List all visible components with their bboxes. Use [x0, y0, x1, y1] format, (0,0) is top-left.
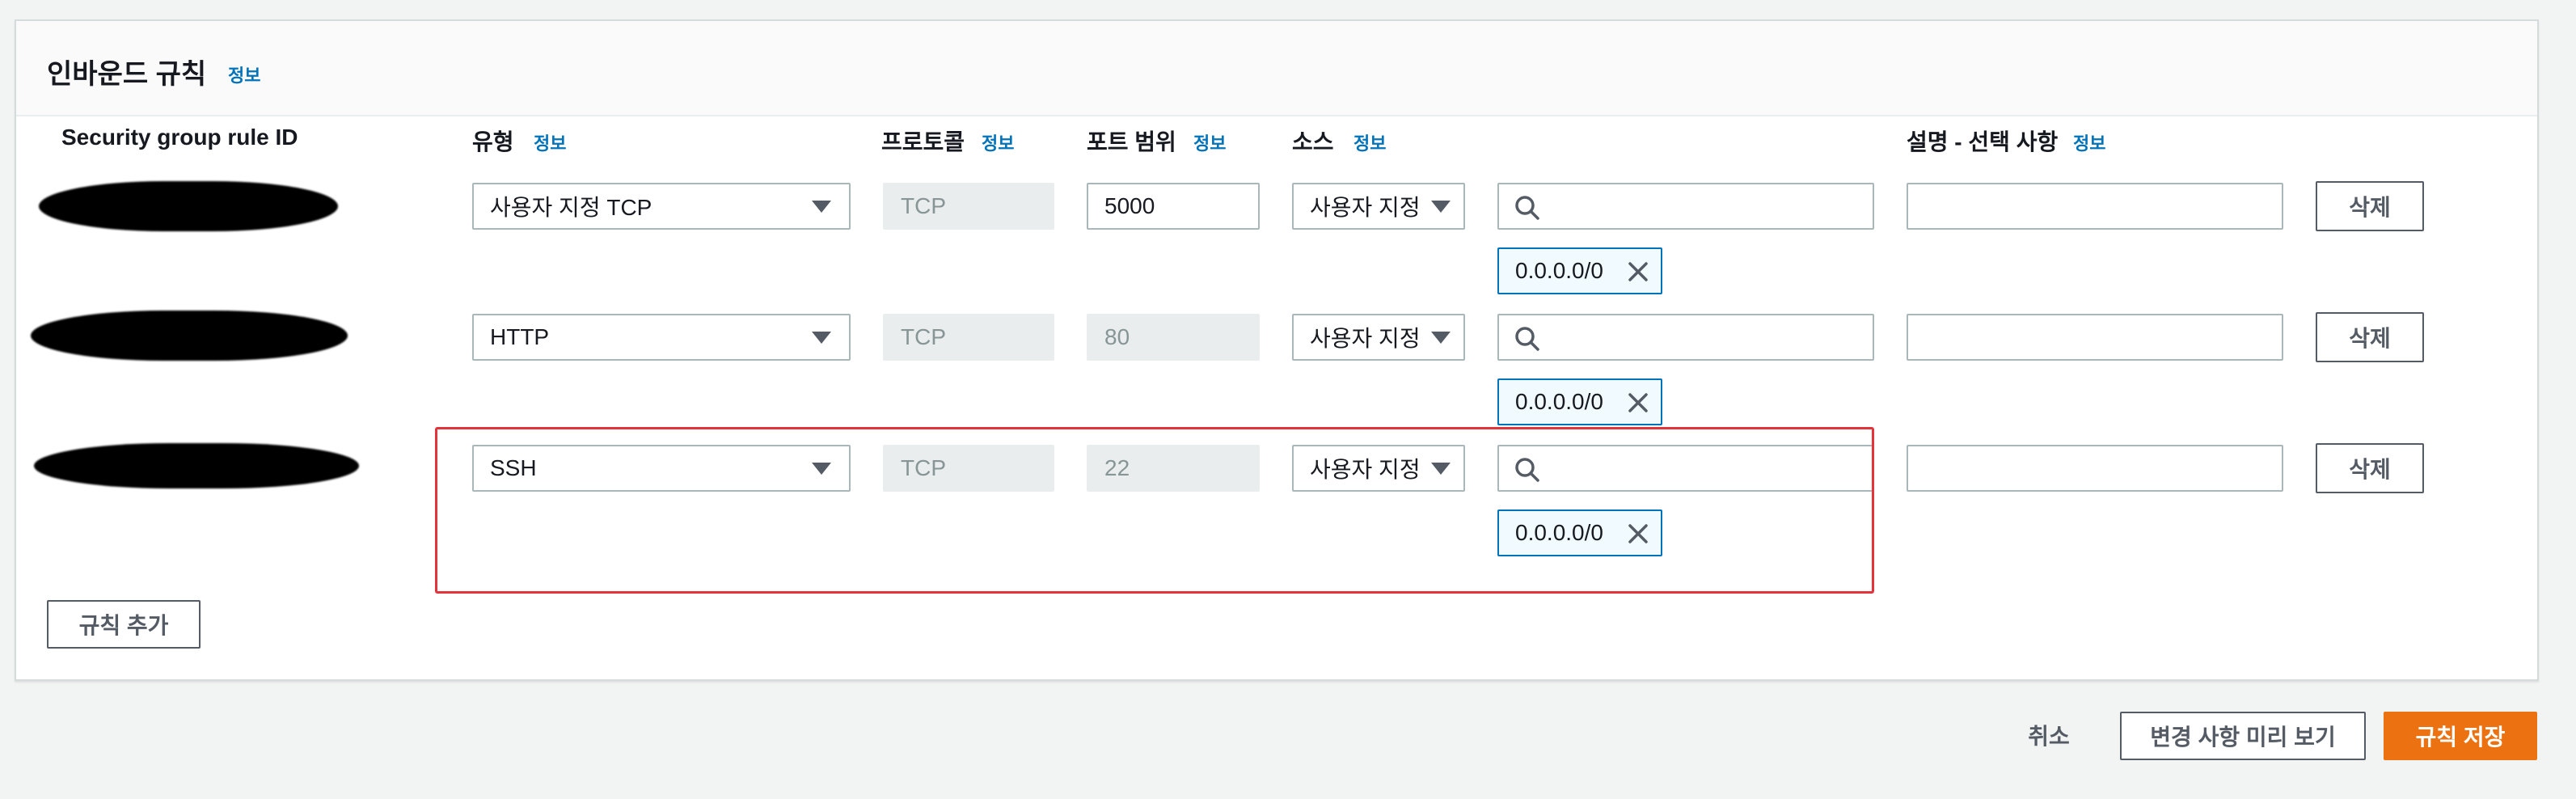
source-type-value: 사용자 지정	[1310, 195, 1421, 220]
source-type-select[interactable]: 사용자 지정	[1292, 445, 1465, 492]
col-header-source: 소스	[1292, 129, 1334, 154]
port-range-input[interactable]: 5000	[1087, 183, 1260, 230]
port-range-value: 22	[1104, 455, 1130, 480]
source-search-input[interactable]	[1497, 183, 1874, 230]
add-rule-button[interactable]: 규칙 추가	[47, 600, 201, 649]
port-range-field: 80	[1087, 314, 1260, 361]
col-header-port-range: 포트 범위	[1087, 129, 1176, 154]
source-type-value: 사용자 지정	[1310, 457, 1421, 482]
panel-title: 인바운드 규칙	[47, 59, 207, 90]
type-select-value: HTTP	[490, 324, 550, 349]
source-token-label: 0.0.0.0/0	[1515, 520, 1603, 545]
col-header-description: 설명 - 선택 사항	[1907, 129, 2059, 154]
panel-header: 인바운드 규칙 정보	[16, 21, 2537, 116]
type-select-value: SSH	[490, 455, 537, 480]
col-header-rule-id: Security group rule ID	[61, 125, 298, 150]
source-token: 0.0.0.0/0	[1497, 378, 1662, 425]
preview-changes-button[interactable]: 변경 사항 미리 보기	[2120, 712, 2366, 760]
search-icon	[1515, 196, 1539, 220]
port-range-info-link[interactable]: 정보	[1193, 129, 1226, 155]
caret-down-icon	[1431, 201, 1451, 213]
close-icon[interactable]	[1627, 260, 1649, 283]
redacted-rule-id	[39, 181, 338, 231]
source-search-input[interactable]	[1497, 445, 1874, 492]
caret-down-icon	[812, 201, 831, 213]
port-range-value: 80	[1104, 324, 1130, 349]
port-range-value: 5000	[1104, 193, 1155, 218]
caret-down-icon	[812, 332, 831, 344]
search-icon	[1515, 458, 1539, 482]
protocol-info-link[interactable]: 정보	[982, 129, 1014, 155]
cancel-button[interactable]: 취소	[2018, 710, 2080, 760]
type-select-value: 사용자 지정 TCP	[490, 195, 652, 220]
source-token: 0.0.0.0/0	[1497, 509, 1662, 556]
panel-info-link[interactable]: 정보	[228, 61, 260, 87]
type-select[interactable]: 사용자 지정 TCP	[472, 183, 851, 230]
search-icon	[1515, 327, 1539, 351]
type-info-link[interactable]: 정보	[534, 129, 566, 155]
description-input[interactable]	[1907, 445, 2283, 492]
source-token-label: 0.0.0.0/0	[1515, 258, 1603, 283]
source-token: 0.0.0.0/0	[1497, 247, 1662, 294]
save-rules-button[interactable]: 규칙 저장	[2384, 712, 2537, 760]
description-input[interactable]	[1907, 183, 2283, 230]
protocol-field: TCP	[883, 183, 1054, 230]
caret-down-icon	[1431, 463, 1451, 475]
type-select[interactable]: SSH	[472, 445, 851, 492]
caret-down-icon	[812, 463, 831, 475]
col-header-type: 유형	[472, 129, 514, 154]
close-icon[interactable]	[1627, 522, 1649, 545]
source-info-link[interactable]: 정보	[1353, 129, 1386, 155]
redacted-rule-id	[31, 311, 348, 361]
delete-rule-button[interactable]: 삭제	[2316, 312, 2424, 362]
redacted-rule-id	[34, 443, 359, 488]
source-token-label: 0.0.0.0/0	[1515, 389, 1603, 414]
protocol-field: TCP	[883, 314, 1054, 361]
protocol-value: TCP	[901, 455, 946, 480]
source-search-input[interactable]	[1497, 314, 1874, 361]
type-select[interactable]: HTTP	[472, 314, 851, 361]
source-type-select[interactable]: 사용자 지정	[1292, 183, 1465, 230]
port-range-field: 22	[1087, 445, 1260, 492]
col-header-protocol: 프로토콜	[881, 129, 965, 154]
protocol-value: TCP	[901, 324, 946, 349]
caret-down-icon	[1431, 332, 1451, 344]
protocol-value: TCP	[901, 193, 946, 218]
description-input[interactable]	[1907, 314, 2283, 361]
source-type-value: 사용자 지정	[1310, 326, 1421, 351]
description-info-link[interactable]: 정보	[2073, 129, 2105, 155]
protocol-field: TCP	[883, 445, 1054, 492]
delete-rule-button[interactable]: 삭제	[2316, 443, 2424, 493]
source-type-select[interactable]: 사용자 지정	[1292, 314, 1465, 361]
close-icon[interactable]	[1627, 391, 1649, 414]
delete-rule-button[interactable]: 삭제	[2316, 181, 2424, 231]
